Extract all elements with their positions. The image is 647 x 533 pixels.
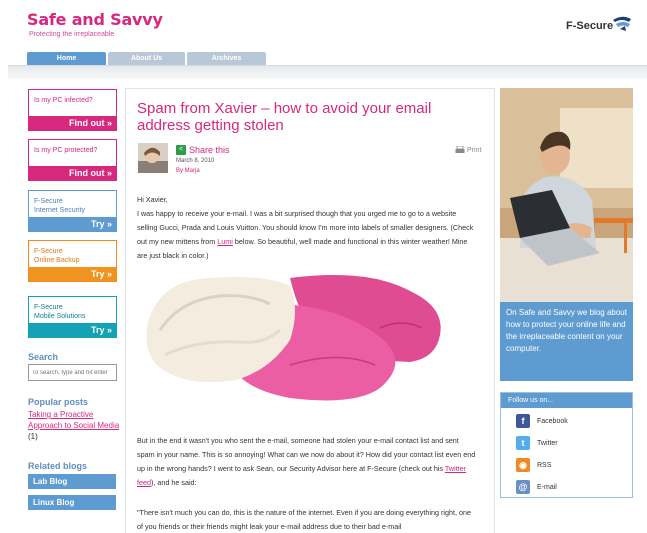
post-paragraph-1: I was happy to receive your e-mail. I wa… <box>137 209 474 260</box>
brand-name[interactable]: F-Secure <box>566 20 613 32</box>
follow-facebook[interactable]: f Facebook <box>516 414 568 428</box>
author-avatar <box>138 143 168 173</box>
print-button[interactable]: Print <box>455 146 481 154</box>
promo-title: Is my PC protected? <box>34 147 98 154</box>
try-button[interactable]: Try » <box>29 267 116 281</box>
popular-heading: Popular posts <box>28 397 89 407</box>
promo-online-backup[interactable]: F-Secure Online Backup Try » <box>28 240 117 282</box>
twitter-icon: t <box>516 436 530 450</box>
share-label: Share this <box>189 145 230 155</box>
promo-title: F-Secure Mobile Solutions <box>34 304 86 320</box>
f-secure-logo-icon[interactable] <box>611 14 633 32</box>
find-out-button[interactable]: Find out » <box>29 166 116 180</box>
page: Safe and Savvy Protecting the irreplacea… <box>0 0 647 533</box>
follow-label: RSS <box>537 461 552 469</box>
post-author[interactable]: By Marja <box>176 168 200 174</box>
print-label: Print <box>467 146 482 154</box>
site-title[interactable]: Safe and Savvy <box>27 10 163 29</box>
follow-heading: Follow us on... <box>501 393 632 408</box>
tab-about-us[interactable]: About Us <box>108 52 185 65</box>
linux-blog-button[interactable]: Linux Blog <box>28 495 116 510</box>
tab-archives[interactable]: Archives <box>187 52 266 65</box>
find-out-button[interactable]: Find out » <box>29 116 116 130</box>
follow-label: Twitter <box>537 439 558 447</box>
promo-title: F-Secure Online Backup <box>34 248 80 264</box>
popular-post-count: (1) <box>28 432 38 441</box>
main-nav: Home About Us Archives <box>27 52 266 65</box>
site-tagline: Protecting the irreplaceable <box>29 31 115 38</box>
popular-post-item: Taking a Proactive Approach to Social Me… <box>28 409 120 442</box>
search-input[interactable] <box>28 364 117 381</box>
follow-label: Facebook <box>537 417 568 425</box>
promo-protected[interactable]: Is my PC protected? Find out » <box>28 139 117 181</box>
post-paragraph-3: "There isn't much you can do, this is th… <box>137 508 471 531</box>
promo-infected[interactable]: Is my PC infected? Find out » <box>28 89 117 131</box>
follow-twitter[interactable]: t Twitter <box>516 436 558 450</box>
promo-internet-security[interactable]: F-Secure Internet Security Try » <box>28 190 117 232</box>
follow-email[interactable]: @ E-mail <box>516 480 557 494</box>
promo-title: F-Secure Internet Security <box>34 198 85 214</box>
email-icon: @ <box>516 480 530 494</box>
man-at-laptop-photo <box>500 88 633 302</box>
nav-bar <box>8 65 647 79</box>
try-button[interactable]: Try » <box>29 217 116 231</box>
facebook-icon: f <box>516 414 530 428</box>
mittens-image <box>146 275 441 401</box>
share-link[interactable]: < Share this <box>176 145 230 155</box>
try-button[interactable]: Try » <box>29 323 116 337</box>
share-icon: < <box>176 145 186 155</box>
promo-title: Is my PC infected? <box>34 97 93 104</box>
related-heading: Related blogs <box>28 461 88 471</box>
popular-post-link[interactable]: Taking a Proactive Approach to Social Me… <box>28 410 119 430</box>
about-blurb: On Safe and Savvy we blog about how to p… <box>500 302 633 381</box>
lumi-link[interactable]: Lumi <box>217 237 233 246</box>
post-title[interactable]: Spam from Xavier – how to avoid your ema… <box>137 100 477 134</box>
post-greeting: Hi Xavier, <box>137 195 168 204</box>
lab-blog-button[interactable]: Lab Blog <box>28 474 116 489</box>
follow-label: E-mail <box>537 483 557 491</box>
promo-mobile-solutions[interactable]: F-Secure Mobile Solutions Try » <box>28 296 117 338</box>
post-date: March 8, 2010 <box>176 158 215 164</box>
search-heading: Search <box>28 352 59 362</box>
printer-icon <box>455 146 465 153</box>
rss-icon: ◉ <box>516 458 530 472</box>
follow-rss[interactable]: ◉ RSS <box>516 458 551 472</box>
tab-home[interactable]: Home <box>27 52 106 65</box>
post-paragraph-2: But in the end it wasn't you who sent th… <box>137 436 476 487</box>
